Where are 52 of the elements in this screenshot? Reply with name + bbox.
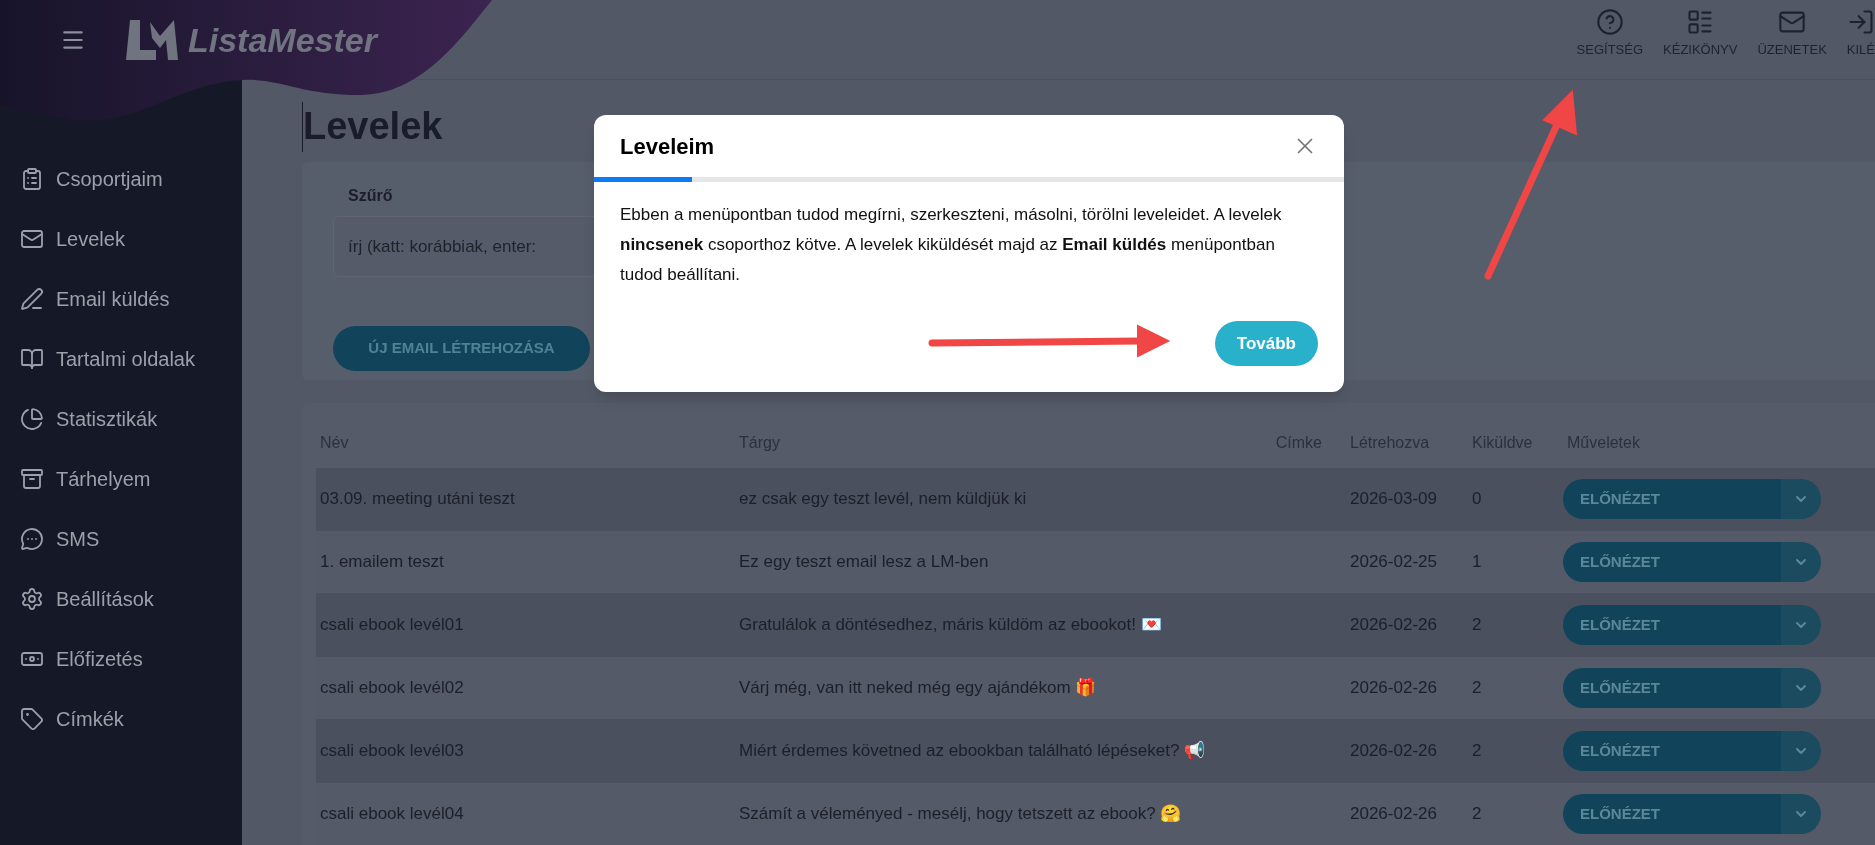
sidebar-item[interactable]: Címkék xyxy=(0,689,242,749)
dropdown-button[interactable] xyxy=(1781,794,1821,834)
sidebar-item[interactable]: Beállítások xyxy=(0,569,242,629)
sidebar-item[interactable]: Csoportjaim xyxy=(0,149,242,209)
sidebar-item[interactable]: SMS xyxy=(0,509,242,569)
sidebar-item[interactable]: Előfizetés xyxy=(0,629,242,689)
table-cell-text: 2 xyxy=(1471,677,1483,700)
table-cell-text: Számít a véleményed - mesélj, hogy tetszett az ebook? 🤗 xyxy=(738,803,1183,825)
sidebar-item[interactable]: Levelek xyxy=(0,209,242,269)
table-cell-text: Várj még, van itt neked még egy ajándékom 🎁 xyxy=(738,677,1098,699)
table-cell-text: csali ebook levél04 xyxy=(319,803,465,826)
pie-chart-icon xyxy=(20,407,44,431)
help-icon xyxy=(1595,8,1624,36)
table-cell-text: 2 xyxy=(1471,803,1483,826)
logo-icon xyxy=(124,18,180,62)
page-title: Levelek xyxy=(302,102,443,152)
preview-button[interactable]: ELŐNÉZET xyxy=(1563,731,1781,771)
table-cell-text: csali ebook levél02 xyxy=(319,677,465,700)
sidebar-item[interactable]: Email küldés xyxy=(0,269,242,329)
pen-icon xyxy=(20,287,44,311)
modal-title: Leveleim xyxy=(620,132,715,161)
preview-button[interactable]: ELŐNÉZET xyxy=(1563,668,1781,708)
preview-button[interactable]: ELŐNÉZET xyxy=(1563,605,1781,645)
create-email-button[interactable]: ÚJ EMAIL LÉTREHOZÁSA xyxy=(333,326,590,371)
table-cell-text: 2026-02-26 xyxy=(1349,677,1438,700)
table-cell-text: 1 xyxy=(1471,551,1483,574)
filter-label: Szűrő xyxy=(348,186,394,206)
dropdown-button[interactable] xyxy=(1781,479,1821,519)
settings-icon xyxy=(20,587,44,611)
clipboard-icon xyxy=(20,167,44,191)
preview-button[interactable]: ELŐNÉZET xyxy=(1563,794,1781,834)
table-cell-text: Ez egy teszt email lesz a LM-ben xyxy=(738,551,990,573)
logo-text: ListaMester xyxy=(188,19,377,61)
table-cell-text: 1. emailem teszt xyxy=(319,551,445,574)
sidebar-item[interactable]: Tárhelyem xyxy=(0,449,242,509)
book-icon xyxy=(20,347,44,371)
next-button[interactable]: Tovább xyxy=(1214,321,1318,366)
list-icon xyxy=(1686,8,1715,36)
archive-icon xyxy=(20,467,44,491)
preview-button[interactable]: ELŐNÉZET xyxy=(1563,479,1781,519)
table-cell-text: 2026-02-26 xyxy=(1349,803,1438,826)
tag-icon xyxy=(20,707,44,731)
sidebar-item[interactable]: Tartalmi oldalak xyxy=(0,329,242,389)
table-cell-text: 2026-02-25 xyxy=(1349,551,1438,574)
chat-icon xyxy=(20,527,44,551)
mail-icon xyxy=(20,227,44,251)
dropdown-button[interactable] xyxy=(1781,731,1821,771)
dropdown-button[interactable] xyxy=(1781,605,1821,645)
dropdown-button[interactable] xyxy=(1781,542,1821,582)
preview-button[interactable]: ELŐNÉZET xyxy=(1563,542,1781,582)
sidebar-item[interactable]: Statisztikák xyxy=(0,389,242,449)
dropdown-button[interactable] xyxy=(1781,668,1821,708)
